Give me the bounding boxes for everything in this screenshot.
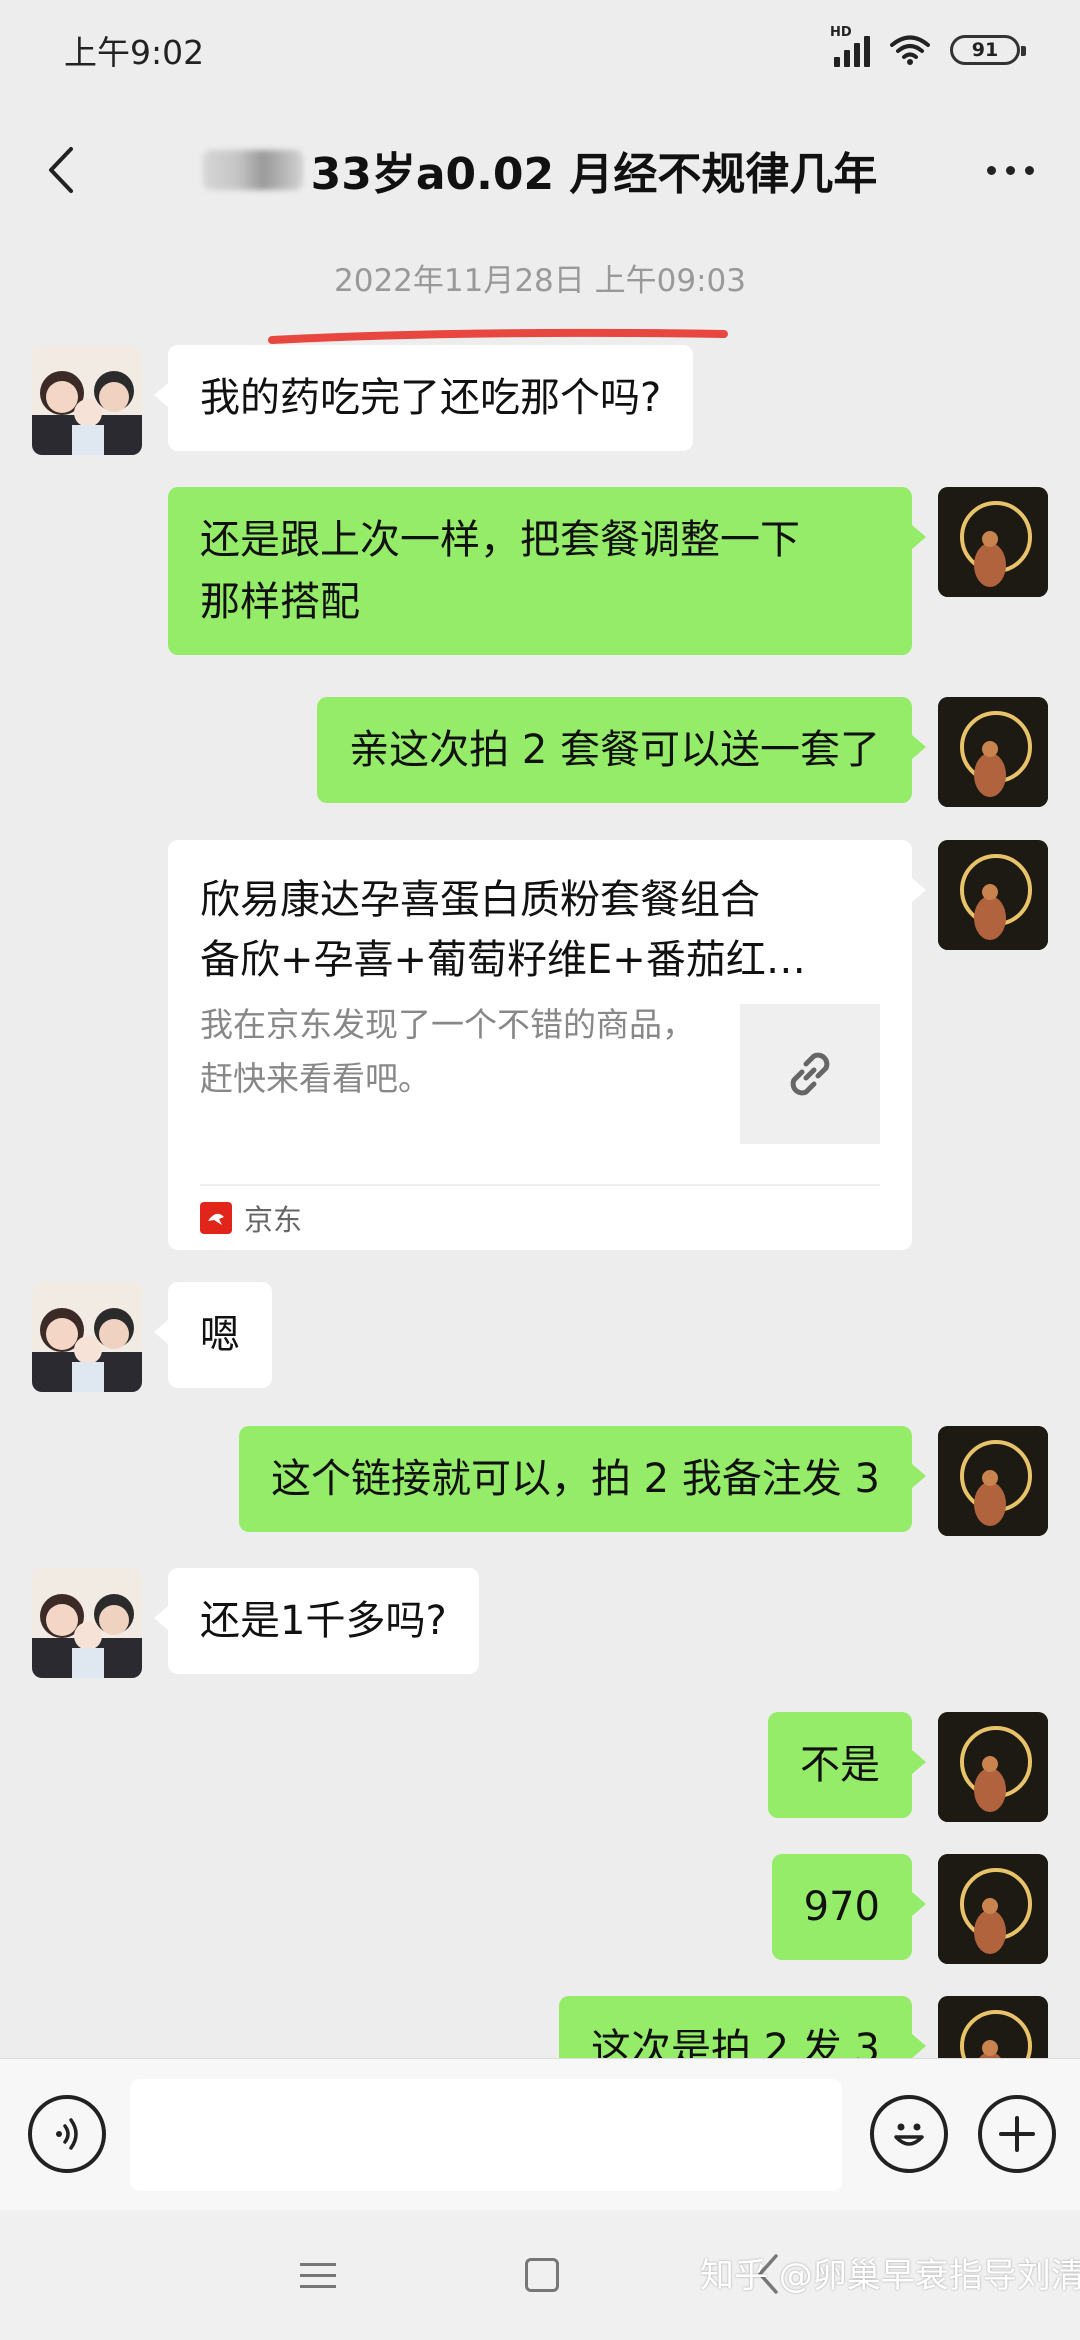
contact-avatar[interactable] — [32, 1568, 142, 1678]
message-text: 970 — [803, 1884, 880, 1930]
link-card-title: 欣易康达孕喜蛋白质粉套餐组合 备欣+孕喜+葡萄籽维E+番茄红… — [200, 870, 880, 990]
message-text: 不是 — [800, 1742, 880, 1788]
watermark: 知乎 @卵巢早衰指导刘清 — [700, 2256, 1080, 2296]
jd-logo-icon — [200, 1202, 232, 1234]
signal-icon: HD — [830, 25, 870, 67]
status-icons: HD 91 — [830, 25, 1026, 67]
message-bubble[interactable]: 这个链接就可以，拍 2 我备注发 3 — [238, 1426, 927, 1532]
voice-button[interactable] — [28, 2095, 106, 2173]
message-bubble[interactable]: 亲这次拍 2 套餐可以送一套了 — [317, 697, 926, 803]
network-label: HD — [830, 25, 852, 40]
emoji-button[interactable] — [870, 2095, 948, 2173]
message-text: 这个链接就可以，拍 2 我备注发 3 — [270, 1456, 880, 1502]
more-options-button[interactable] — [970, 140, 1050, 200]
chat-timestamp: 2022年11月28日 上午09:03 — [334, 263, 746, 299]
message-input[interactable] — [130, 2079, 842, 2191]
wifi-icon — [890, 34, 930, 66]
menu-icon[interactable] — [300, 2250, 336, 2300]
self-avatar[interactable] — [938, 840, 1048, 950]
message-bubble[interactable]: 还是跟上次一样，把套餐调整一下 那样搭配 — [168, 487, 926, 655]
link-card-title-line-1: 欣易康达孕喜蛋白质粉套餐组合 — [200, 877, 760, 923]
message-text: 亲这次拍 2 套餐可以送一套了 — [349, 727, 880, 773]
battery-icon: 91 — [950, 35, 1026, 65]
link-card-footer: 京东 — [200, 1184, 880, 1250]
message-text-line-1: 还是跟上次一样，把套餐调整一下 — [200, 517, 800, 563]
contact-avatar[interactable] — [32, 345, 142, 455]
message-bubble[interactable]: 970 — [771, 1854, 927, 1960]
link-card-description: 我在京东发现了一个不错的商品，赶快来看看吧。 — [200, 1005, 695, 1098]
plus-icon — [999, 2116, 1035, 2152]
link-card-title-line-2: 备欣+孕喜+葡萄籽维E+番茄红… — [200, 937, 806, 983]
message-text: 嗯 — [200, 1312, 240, 1358]
page-title: 33岁a0.02 月经不规律几年 — [202, 138, 878, 202]
self-avatar[interactable] — [938, 697, 1048, 807]
message-bubble[interactable]: 嗯 — [154, 1282, 272, 1388]
link-card-thumbnail — [740, 1004, 880, 1144]
status-time: 上午9:02 — [64, 33, 205, 72]
plus-button[interactable] — [978, 2095, 1056, 2173]
message-text: 还是1千多吗? — [200, 1598, 447, 1644]
link-card-body: 我在京东发现了一个不错的商品，赶快来看看吧。 — [200, 998, 880, 1144]
self-avatar[interactable] — [938, 1712, 1048, 1822]
voice-icon — [56, 2118, 78, 2150]
message-bubble[interactable]: 我的药吃完了还吃那个吗? — [153, 345, 694, 451]
message-text-line-2: 那样搭配 — [200, 579, 360, 625]
more-icon — [986, 165, 996, 175]
red-underline-annotation — [268, 328, 728, 344]
home-square-icon[interactable] — [525, 2258, 559, 2292]
chevron-left-icon — [49, 147, 73, 193]
contact-avatar[interactable] — [32, 1282, 142, 1392]
message-bubble[interactable]: 还是1千多吗? — [154, 1568, 479, 1674]
chat-header: 33岁a0.02 月经不规律几年 — [0, 100, 1080, 240]
link-card-source: 京东 — [244, 1203, 303, 1237]
blurred-name — [202, 150, 303, 190]
self-avatar[interactable] — [938, 1854, 1048, 1964]
link-icon — [790, 1052, 830, 1096]
message-bubble[interactable]: 不是 — [768, 1712, 926, 1818]
page-title-text: 33岁a0.02 月经不规律几年 — [310, 149, 878, 200]
self-avatar[interactable] — [938, 1426, 1048, 1536]
message-text: 我的药吃完了还吃那个吗? — [200, 375, 662, 421]
link-card[interactable]: 欣易康达孕喜蛋白质粉套餐组合 备欣+孕喜+葡萄籽维E+番茄红… 我在京东发现了一… — [168, 840, 926, 1250]
self-avatar[interactable] — [938, 487, 1048, 597]
status-bar: 上午9:02 HD 91 — [0, 0, 1080, 100]
back-button[interactable] — [30, 140, 90, 200]
battery-level: 91 — [971, 39, 999, 61]
input-bar — [0, 2058, 1080, 2210]
emoji-icon — [894, 2123, 924, 2146]
